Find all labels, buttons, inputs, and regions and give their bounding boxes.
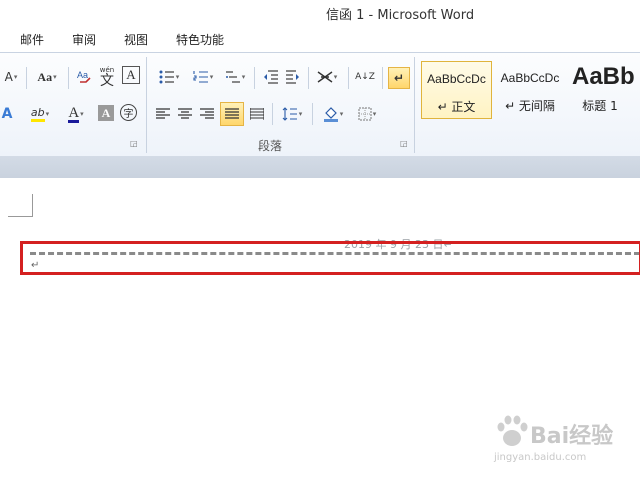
increase-indent-icon: [286, 70, 299, 84]
divider: [272, 103, 273, 125]
divider: [414, 57, 415, 153]
align-right-icon: [200, 108, 214, 119]
numbering-button[interactable]: ▾: [188, 67, 218, 87]
multilevel-list-icon: [225, 71, 240, 83]
bullets-icon: [159, 70, 174, 84]
shrink-font-button[interactable]: A ▾: [2, 67, 20, 87]
justify-icon: [225, 108, 239, 119]
divider: [68, 67, 69, 89]
borders-button[interactable]: ▾: [352, 103, 382, 125]
align-center-icon: [178, 108, 192, 119]
font-dialog-launcher-icon[interactable]: ◲: [130, 139, 138, 148]
chevron-down-icon: ▾: [372, 110, 377, 118]
chevron-down-icon: ▾: [209, 73, 214, 81]
style-name: ↵ 无间隔: [505, 99, 555, 113]
style-normal[interactable]: AaBbCcDc ↵ 正文: [421, 61, 492, 119]
chinese-layout-icon: [317, 71, 333, 83]
paint-bucket-icon: [323, 107, 338, 122]
chevron-down-icon: ▾: [339, 110, 344, 118]
show-paragraph-marks-button[interactable]: ↵: [388, 67, 410, 89]
style-heading-1[interactable]: AaBb 标题 1: [568, 61, 640, 119]
divider: [312, 103, 313, 125]
divider: [146, 57, 147, 153]
style-sample: AaBbCcDc: [427, 72, 486, 86]
red-highlight-box: [20, 241, 640, 275]
phonetic-char: 文: [100, 73, 114, 89]
phonetic-guide-button[interactable]: wén 文: [96, 65, 118, 89]
change-case-button[interactable]: Aa ▾: [32, 67, 62, 87]
font-color-label: A: [68, 104, 80, 123]
baidu-watermark: Bai经验 jingyan.baidu.com: [490, 410, 614, 470]
align-left-button[interactable]: [152, 103, 174, 125]
clear-formatting-icon: Aa: [77, 70, 91, 83]
justify-button[interactable]: [220, 102, 244, 126]
align-right-button[interactable]: [196, 103, 218, 125]
paw-logo-icon: [497, 415, 528, 446]
chevron-down-icon: ▾: [80, 110, 84, 118]
chevron-down-icon: ▾: [241, 73, 246, 81]
paragraph-group-label: 段落: [258, 139, 283, 153]
highlight-color-button[interactable]: ab ▾: [24, 103, 56, 125]
ribbon: A▾ Aa▾ Aa wén 文 A A ab▾ A▾ A 字 ▾ ▾ ▾: [0, 52, 640, 157]
shrink-font-label: A: [4, 70, 13, 84]
divider: [308, 67, 309, 89]
line-spacing-icon: [282, 107, 297, 121]
chevron-down-icon: ▾: [13, 73, 18, 81]
tab-view[interactable]: 视图: [124, 31, 148, 48]
chevron-down-icon: ▾: [53, 73, 57, 81]
multilevel-list-button[interactable]: ▾: [220, 67, 250, 87]
highlight-label: ab: [30, 106, 45, 122]
bullets-button[interactable]: ▾: [154, 67, 184, 87]
tab-special-features[interactable]: 特色功能: [176, 31, 224, 48]
clear-formatting-button[interactable]: Aa: [74, 65, 96, 87]
style-sample: AaBbCcDc: [500, 71, 560, 85]
increase-indent-button[interactable]: [282, 67, 304, 87]
divider: [382, 67, 383, 89]
tab-review[interactable]: 审阅: [72, 31, 96, 48]
style-no-spacing[interactable]: AaBbCcDc ↵ 无间隔: [496, 61, 564, 119]
document-gutter: [0, 156, 640, 178]
chevron-down-icon: ▾: [175, 73, 180, 81]
watermark-text: Bai经验: [530, 424, 614, 449]
watermark-url: jingyan.baidu.com: [494, 452, 587, 463]
enclose-characters-button[interactable]: 字: [120, 104, 137, 121]
ribbon-tabs: 邮件 审阅 视图 特色功能: [0, 26, 640, 52]
borders-icon: [358, 107, 372, 121]
title-bar: 信函 1 - Microsoft Word: [0, 0, 640, 26]
chevron-down-icon: ▾: [333, 73, 338, 81]
tab-mailings[interactable]: 邮件: [20, 31, 44, 48]
paragraph-mark: ↵: [31, 260, 40, 271]
line-spacing-button[interactable]: ▾: [278, 103, 306, 125]
chevron-down-icon: ▾: [298, 110, 303, 118]
shading-button[interactable]: ▾: [318, 103, 348, 125]
style-name: 标题 1: [582, 99, 618, 113]
decrease-indent-button[interactable]: [260, 67, 282, 87]
chinese-layout-button[interactable]: ▾: [314, 67, 340, 87]
divider: [26, 67, 27, 89]
distributed-button[interactable]: [246, 103, 268, 125]
character-border-button[interactable]: A: [122, 66, 140, 84]
paragraph-dialog-launcher-icon[interactable]: ◲: [400, 139, 408, 148]
sort-button[interactable]: A↓Z: [354, 66, 376, 88]
character-shading-button[interactable]: A: [98, 105, 114, 121]
decrease-indent-icon: [264, 70, 278, 84]
svg-text:Aa: Aa: [77, 70, 88, 80]
font-color-button[interactable]: A ▾: [60, 103, 92, 125]
page-margin-mark: [8, 194, 33, 217]
numbering-icon: [193, 71, 208, 83]
distributed-icon: [250, 108, 264, 120]
change-case-label: Aa: [37, 69, 53, 84]
text-effect-button[interactable]: A: [0, 103, 14, 125]
style-sample: AaBb: [572, 63, 635, 90]
window-title: 信函 1 - Microsoft Word: [326, 8, 475, 23]
chevron-down-icon: ▾: [45, 110, 50, 118]
style-name: ↵ 正文: [437, 100, 476, 114]
divider: [254, 67, 255, 89]
divider: [348, 67, 349, 89]
align-center-button[interactable]: [174, 103, 196, 125]
align-left-icon: [156, 108, 170, 119]
